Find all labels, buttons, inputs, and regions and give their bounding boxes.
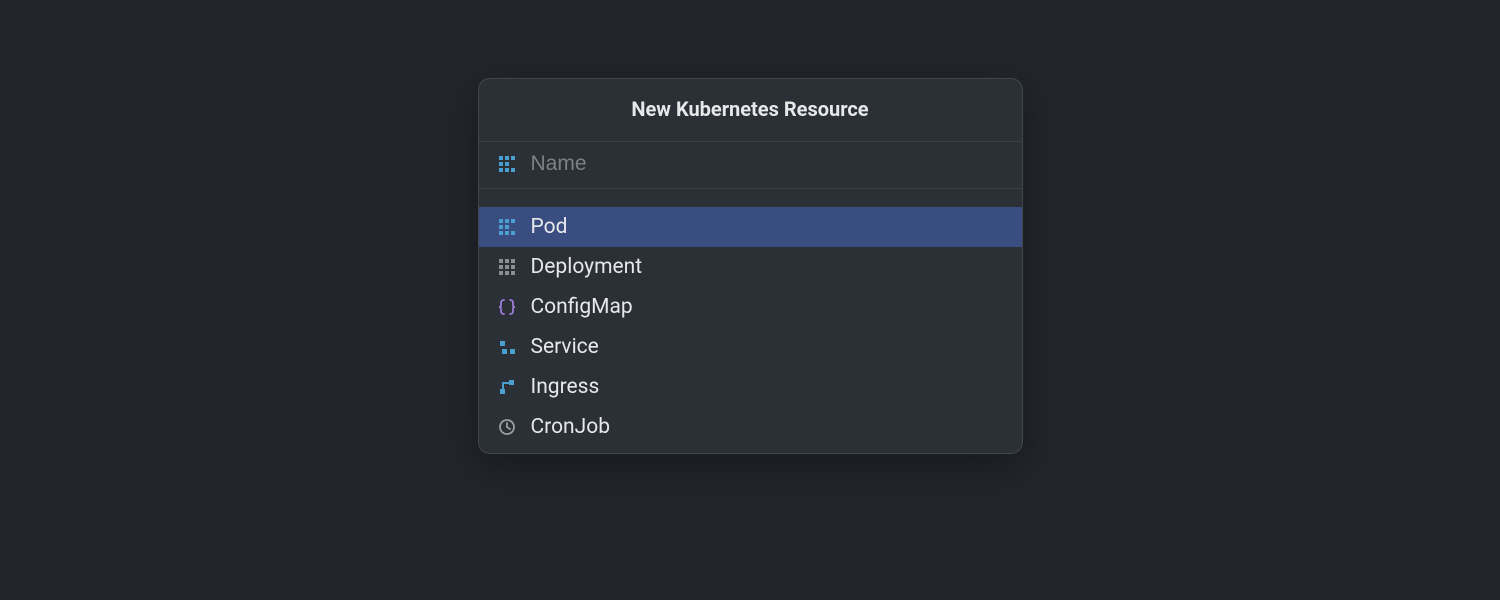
resource-item-configmap[interactable]: ConfigMap xyxy=(479,287,1022,327)
resource-item-service[interactable]: Service xyxy=(479,327,1022,367)
resource-item-label: Service xyxy=(531,335,599,359)
name-input[interactable] xyxy=(531,152,1004,176)
resource-item-label: ConfigMap xyxy=(531,295,633,319)
resource-item-cronjob[interactable]: CronJob xyxy=(479,407,1022,447)
dialog-header: New Kubernetes Resource xyxy=(479,79,1022,142)
new-resource-dialog: New Kubernetes Resource xyxy=(478,78,1023,454)
ingress-icon xyxy=(497,377,517,397)
resource-list: Pod Deployme xyxy=(479,207,1022,453)
braces-icon xyxy=(497,297,517,317)
dialog-title: New Kubernetes Resource xyxy=(479,97,1022,121)
resource-item-label: Deployment xyxy=(531,255,643,279)
grid-icon xyxy=(497,257,517,277)
name-input-row xyxy=(479,142,1022,189)
service-icon xyxy=(497,337,517,357)
resource-item-label: Ingress xyxy=(531,375,600,399)
resource-item-label: Pod xyxy=(531,215,568,239)
resource-item-deployment[interactable]: Deployment xyxy=(479,247,1022,287)
grid-icon xyxy=(497,217,517,237)
list-spacer xyxy=(479,189,1022,207)
grid-icon xyxy=(497,154,517,174)
resource-item-label: CronJob xyxy=(531,415,611,439)
resource-item-ingress[interactable]: Ingress xyxy=(479,367,1022,407)
resource-item-pod[interactable]: Pod xyxy=(479,207,1022,247)
clock-icon xyxy=(497,417,517,437)
